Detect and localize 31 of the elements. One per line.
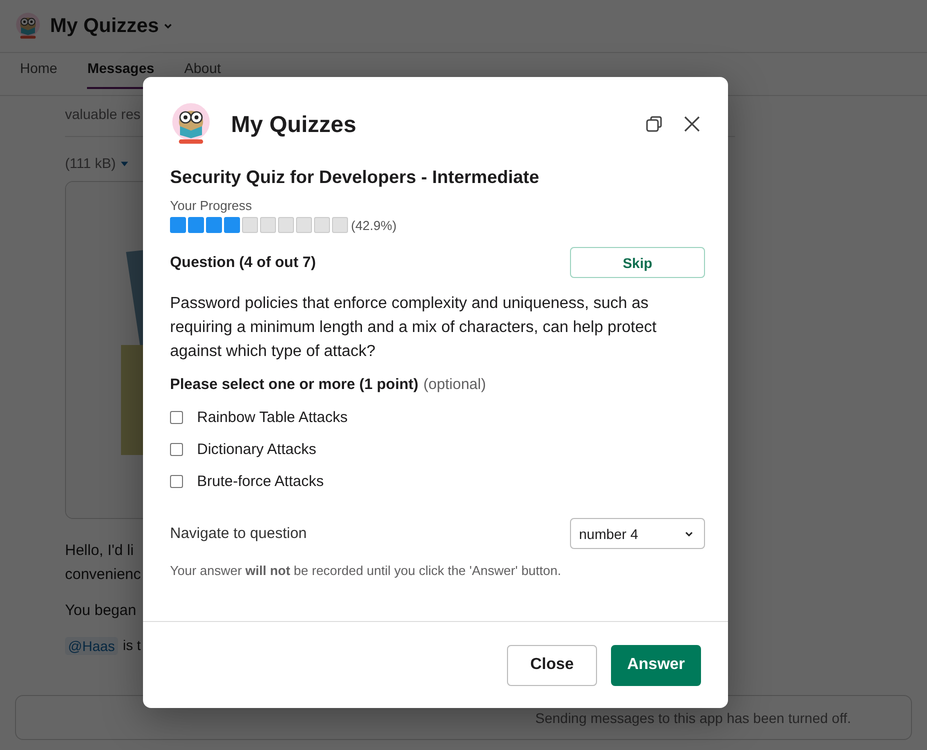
option-label[interactable]: Rainbow Table Attacks [197, 409, 348, 426]
question-text: Password policies that enforce complexity and uniqueness, such as requiring a minimum length and a mix of characters, can help protect against which type of attack? [170, 294, 658, 362]
instruction-text: Please select one or more (1 point) [170, 376, 418, 393]
progress-percent: (42.9%) [351, 218, 397, 232]
option-label[interactable]: Brute-force Attacks [197, 473, 324, 490]
checkbox[interactable] [170, 443, 183, 456]
checkbox[interactable] [170, 411, 183, 424]
copy-icon[interactable] [644, 114, 664, 134]
optional-note: (optional) [423, 376, 486, 393]
close-button[interactable]: Close [507, 644, 597, 686]
app-title[interactable]: My Quizzes [50, 14, 159, 38]
checkbox[interactable] [170, 475, 183, 488]
progress-label: Your Progress [170, 198, 253, 213]
message-text: is t [122, 637, 141, 655]
navigate-label: Navigate to question [170, 525, 307, 542]
quiz-title: Security Quiz for Developers - Intermediate [170, 167, 540, 188]
skip-button[interactable]: Skip [570, 247, 705, 278]
answer-note: Your answer will not be recorded until you click the 'Answer' button. [170, 563, 562, 578]
option-label[interactable]: Dictionary Attacks [197, 441, 316, 458]
owl-logo-icon [14, 12, 42, 40]
message-text: convenienc [65, 565, 141, 585]
close-icon[interactable] [682, 114, 702, 134]
caret-icon[interactable] [120, 158, 129, 168]
file-size: (111 kB) [65, 155, 116, 171]
answer-button[interactable]: Answer [611, 644, 701, 686]
message-text: You began [65, 601, 136, 621]
message-text: Hello, I'd li [65, 541, 134, 561]
question-number: Question (4 of out 7) [170, 254, 316, 271]
question-select[interactable]: number 4 [570, 518, 705, 549]
caret-icon[interactable] [162, 21, 173, 31]
dialog-title: My Quizzes [231, 110, 356, 138]
